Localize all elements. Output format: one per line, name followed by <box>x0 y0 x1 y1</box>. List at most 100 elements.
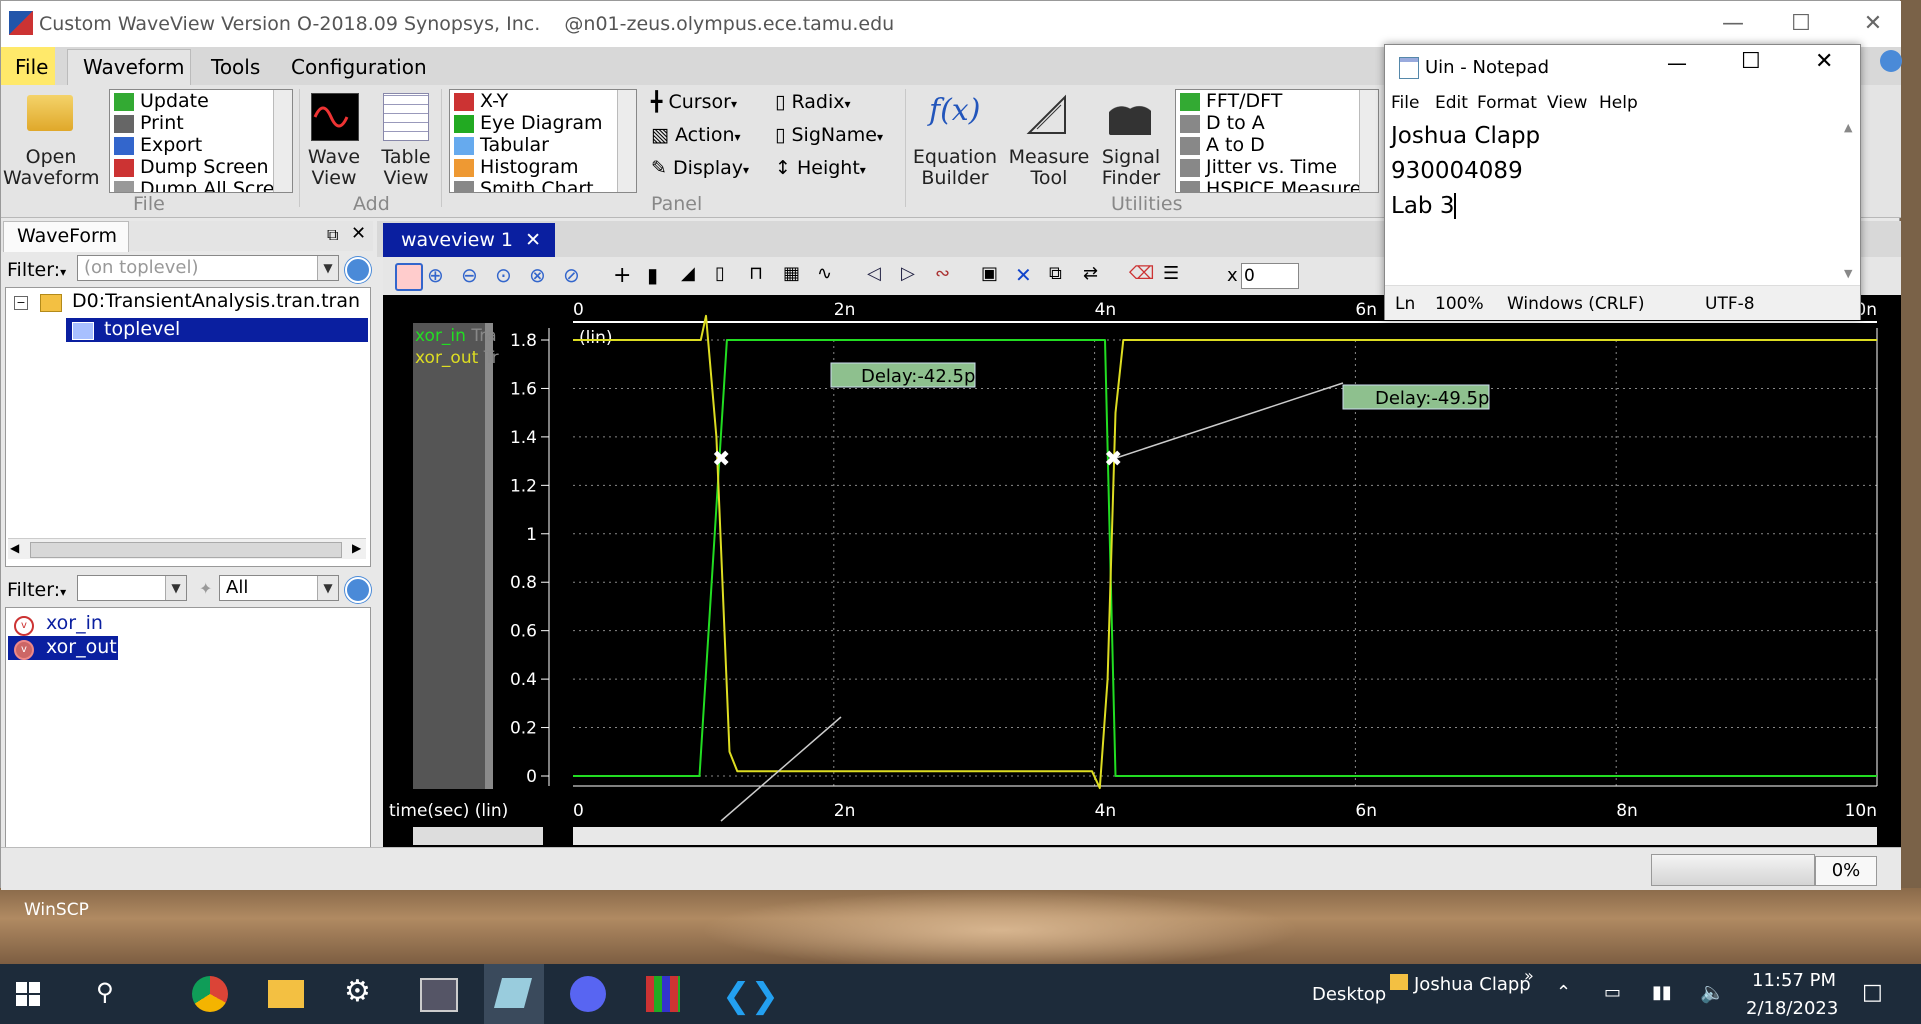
wave-icon[interactable]: ∿ <box>817 263 841 287</box>
measure-tool-icon[interactable] <box>1025 93 1071 137</box>
network-icon[interactable]: ▭ <box>1604 982 1621 1003</box>
display-menu[interactable]: ✎ Display▾ <box>651 157 749 179</box>
all-combo[interactable]: All ▼ <box>219 575 339 601</box>
tree-expander-icon[interactable]: − <box>14 296 28 310</box>
edge-search-icon[interactable]: ∾ <box>935 263 959 287</box>
notepad-vscroll[interactable]: ▲ ▼ <box>1841 119 1859 285</box>
settings-gear-icon[interactable] <box>345 577 371 603</box>
h-scroll-left-track[interactable] <box>413 827 543 845</box>
waveview-tab[interactable]: waveview 1 ✕ <box>383 223 555 257</box>
clock-time[interactable]: 11:57 PM <box>1752 970 1836 991</box>
taskbar-desktop-label[interactable]: Desktop <box>1312 984 1386 1005</box>
table-view-icon[interactable] <box>383 93 429 141</box>
winscp-desktop-label[interactable]: WinSCP <box>24 900 89 920</box>
volume-icon[interactable]: 🔈 <box>1700 980 1725 1004</box>
open-waveform-button[interactable]: Open Waveform <box>3 147 99 189</box>
panel-types-list[interactable]: X-Y Eye Diagram Tabular Histogram Smith … <box>449 89 637 193</box>
toolbar-overflow-icon[interactable]: » <box>1524 966 1534 985</box>
fft-item[interactable]: FFT/DFT <box>1180 90 1282 112</box>
utilities-list-scrollbar[interactable] <box>1359 90 1378 192</box>
utilities-list[interactable]: FFT/DFT D to A A to D Jitter vs. Time HS… <box>1175 89 1379 193</box>
chevron-down-icon[interactable]: ▼ <box>317 576 338 600</box>
menu-file-label[interactable]: File <box>15 55 48 79</box>
print-item[interactable]: Print <box>114 112 184 134</box>
measure-icon[interactable]: ◢ <box>681 263 705 287</box>
settings-gear-icon[interactable] <box>345 257 371 283</box>
fit-panel-icon[interactable]: ▣ <box>981 263 1005 287</box>
height-menu[interactable]: ↕ Height▾ <box>775 157 866 179</box>
notepad-menu-file[interactable]: File <box>1391 93 1419 113</box>
waveform-tab-label[interactable]: WaveForm <box>17 225 117 247</box>
scroll-down-icon[interactable]: ▼ <box>1844 267 1852 280</box>
zoom-fit-icon[interactable]: ⊙ <box>495 263 519 287</box>
file-explorer-icon[interactable] <box>268 980 304 1008</box>
float-panel-icon[interactable]: ⧉ <box>327 225 338 245</box>
signal-finder-button[interactable]: Signal Finder <box>1091 147 1171 189</box>
notepad-close-button[interactable]: ✕ <box>1815 49 1833 74</box>
menu-configuration[interactable]: Configuration <box>291 55 427 79</box>
hspice-item[interactable]: HSPICE Measure <box>1180 178 1361 192</box>
calculator-icon[interactable] <box>646 976 680 1012</box>
notepad-maximize-button[interactable]: ☐ <box>1741 49 1761 74</box>
measure-tool-button[interactable]: Measure Tool <box>1003 147 1095 189</box>
signal-xor-in[interactable]: xor_in <box>46 612 103 634</box>
scroll-thumb[interactable] <box>30 542 342 558</box>
chevron-up-icon[interactable]: ⌃ <box>1556 982 1571 1003</box>
smith-chart-item[interactable]: Smith Chart <box>454 178 594 192</box>
notepad-menu-edit[interactable]: Edit <box>1435 93 1468 113</box>
zoom-select-icon[interactable] <box>395 263 423 291</box>
waveform-plot-area[interactable]: xor_in Tra xor_out Tr (lin) 1.8 1.6 1.4 1.2… <box>383 295 1901 847</box>
folder-icon[interactable] <box>27 95 73 131</box>
legend-xor-out[interactable]: xor_out Tr <box>415 348 499 368</box>
column-splitter[interactable] <box>485 323 493 789</box>
next-edge-icon[interactable]: ▷ <box>901 263 925 287</box>
equation-builder-button[interactable]: Equation Builder <box>907 147 1003 189</box>
eye-diagram-item[interactable]: Eye Diagram <box>454 112 603 134</box>
cursor-menu[interactable]: ╋ Cursor▾ <box>651 91 737 113</box>
filter2-combo[interactable]: ▼ <box>77 575 187 601</box>
scroll-right-icon[interactable]: ▶ <box>352 541 361 555</box>
delay2-label[interactable]: Delay:-49.5p <box>1375 388 1489 409</box>
wave-view-button[interactable]: Wave View <box>301 147 367 189</box>
settings-icon[interactable]: ⚙ <box>344 974 384 1014</box>
h-scroll-track[interactable] <box>573 827 1877 845</box>
vscode-icon[interactable]: ❮❯ <box>722 976 779 1016</box>
list-icon[interactable]: ☰ <box>1163 263 1187 287</box>
columns-icon[interactable]: ▮ <box>647 263 671 287</box>
a-to-d-item[interactable]: A to D <box>1180 134 1265 156</box>
crosshair-icon[interactable]: + <box>613 263 637 288</box>
dump-all-item[interactable]: Dump All Scre <box>114 178 274 192</box>
swap-icon[interactable]: ⇄ <box>1083 263 1107 287</box>
d-to-a-item[interactable]: D to A <box>1180 112 1265 134</box>
settings-gear-icon[interactable] <box>1880 50 1902 72</box>
chrome-icon[interactable] <box>192 976 228 1012</box>
copy-icon[interactable]: ⧉ <box>1049 263 1073 287</box>
filter-combo[interactable]: (on toplevel) ▼ <box>77 255 339 281</box>
signame-menu[interactable]: ▯ SigName▾ <box>775 124 883 146</box>
user-folder-icon[interactable] <box>1390 974 1408 990</box>
equation-icon[interactable]: f(x) <box>929 93 980 128</box>
file-actions-list[interactable]: Update Print Export Dump Screen Dump All… <box>109 89 293 193</box>
menu-tools[interactable]: Tools <box>211 55 260 79</box>
histogram-item[interactable]: Histogram <box>454 156 579 178</box>
discord-icon[interactable] <box>570 976 606 1012</box>
xy-item[interactable]: X-Y <box>454 90 508 112</box>
radix-menu[interactable]: ▯ Radix▾ <box>775 91 851 113</box>
zoom-in-icon[interactable]: ⊕ <box>427 263 451 287</box>
tree-hscrollbar[interactable]: ◀ ▶ <box>8 538 366 559</box>
notifications-icon[interactable]: □ <box>1862 980 1883 1005</box>
prev-edge-icon[interactable]: ◁ <box>867 263 891 287</box>
notepad-menu-help[interactable]: Help <box>1599 93 1638 113</box>
waveform-plot[interactable]: xor_in Tra xor_out Tr (lin) 1.8 1.6 1.4 1.2… <box>383 295 1901 847</box>
notepad-minimize-button[interactable]: — <box>1667 51 1687 75</box>
close-button[interactable]: ✕ <box>1853 9 1893 39</box>
close-panel-icon[interactable]: ✕ <box>351 223 366 244</box>
chevron-down-icon[interactable]: ▼ <box>317 256 338 280</box>
export-item[interactable]: Export <box>114 134 202 156</box>
file-list-scrollbar[interactable] <box>273 90 292 192</box>
zoom-y-icon[interactable]: ⊘ <box>563 263 587 287</box>
search-icon[interactable]: ⚲ <box>96 978 136 1018</box>
notepad-menu-view[interactable]: View <box>1547 93 1587 113</box>
signal-xor-out[interactable]: xor_out <box>46 636 117 658</box>
chevron-down-icon[interactable]: ▼ <box>165 576 186 600</box>
